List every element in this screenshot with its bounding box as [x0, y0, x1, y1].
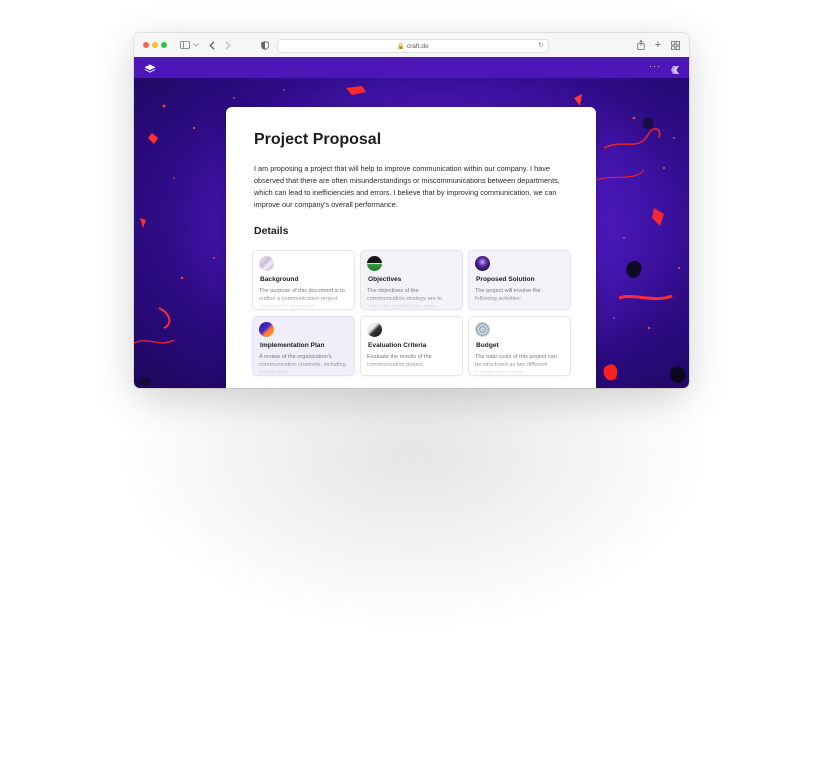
document-page: Project Proposal I am proposing a projec…	[226, 107, 596, 388]
budget-thumbnail-icon	[475, 322, 490, 337]
more-options-icon[interactable]: ···	[649, 61, 661, 71]
card-background[interactable]: Background The purpose of this document …	[252, 250, 355, 310]
implementation-plan-thumbnail-icon	[259, 322, 274, 337]
card-title: Objectives	[368, 276, 402, 283]
card-implementation-plan[interactable]: Implementation Plan A review of the orga…	[252, 316, 355, 376]
new-tab-icon[interactable]: +	[653, 39, 663, 51]
window-shadow	[118, 380, 708, 630]
page-title[interactable]: Project Proposal	[254, 131, 381, 149]
card-evaluation-criteria[interactable]: Evaluation Criteria Evaluate the results…	[360, 316, 463, 376]
details-heading[interactable]: Details	[254, 225, 288, 237]
evaluation-criteria-thumbnail-icon	[367, 322, 382, 337]
card-title: Evaluation Criteria	[368, 342, 427, 349]
card-title: Budget	[476, 342, 499, 349]
back-icon[interactable]	[207, 39, 217, 51]
objectives-thumbnail-icon	[367, 256, 382, 271]
forward-icon[interactable]	[223, 39, 233, 51]
craft-app-bar: ···	[134, 57, 689, 78]
card-budget[interactable]: Budget The total costs of this project c…	[468, 316, 571, 376]
privacy-shield-icon[interactable]	[260, 39, 270, 51]
document-canvas: Project Proposal I am proposing a projec…	[134, 78, 689, 388]
card-title: Implementation Plan	[260, 342, 325, 349]
tab-overview-icon[interactable]	[670, 39, 680, 51]
proposed-solution-thumbnail-icon	[475, 256, 490, 271]
lock-icon: 🔒	[397, 43, 405, 50]
url-text: craft.do	[406, 42, 429, 50]
browser-window: 🔒 craft.do ↻ + ··· Project Proposal I am…	[134, 33, 689, 388]
reload-icon[interactable]: ↻	[538, 40, 544, 52]
background-thumbnail-icon	[259, 256, 274, 271]
minimize-window-button[interactable]	[152, 42, 158, 48]
intro-paragraph[interactable]: I am proposing a project that will help …	[254, 163, 570, 211]
card-title: Proposed Solution	[476, 276, 535, 283]
card-proposed-solution[interactable]: Proposed Solution The project will invol…	[468, 250, 571, 310]
browser-toolbar: 🔒 craft.do ↻ +	[134, 33, 689, 58]
close-window-button[interactable]	[143, 42, 149, 48]
address-bar[interactable]: 🔒 craft.do ↻	[277, 39, 549, 53]
card-title: Background	[260, 276, 299, 283]
zoom-window-button[interactable]	[161, 42, 167, 48]
sidebar-toggle-icon[interactable]	[179, 39, 191, 51]
card-objectives[interactable]: Objectives The objectives of the communi…	[360, 250, 463, 310]
chevron-down-icon[interactable]	[192, 39, 200, 51]
share-icon[interactable]	[636, 39, 646, 51]
